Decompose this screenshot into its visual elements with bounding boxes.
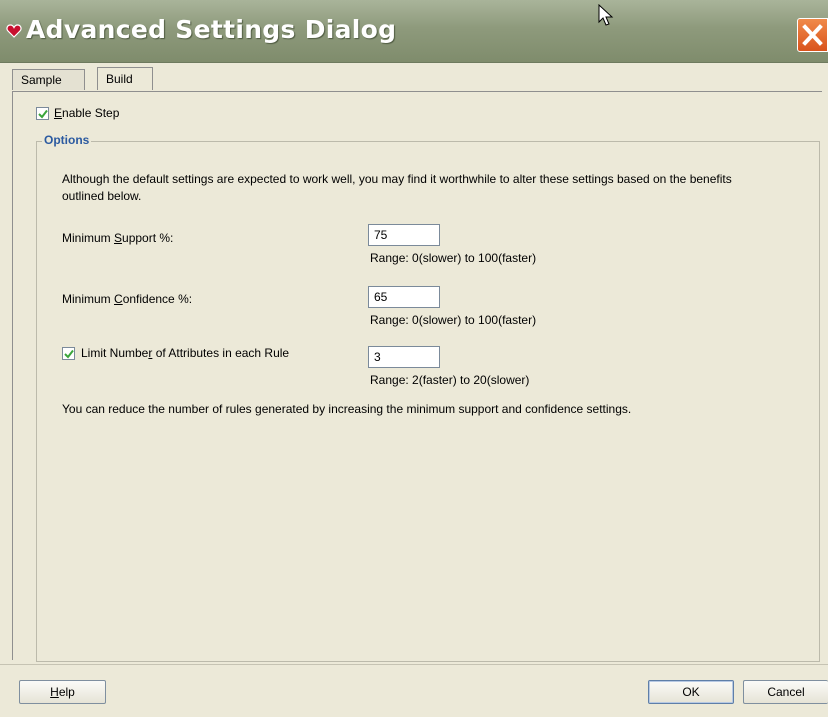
limit-attributes-label: Limit Number of Attributes in each Rule — [81, 346, 290, 360]
title-bar[interactable]: Advanced Settings Dialog — [0, 0, 828, 63]
app-heart-icon — [6, 24, 22, 38]
options-note: You can reduce the number of rules gener… — [62, 402, 632, 416]
enable-step-checkbox[interactable] — [36, 106, 49, 120]
button-bar-separator — [0, 664, 828, 665]
tab-sample[interactable]: Sample — [12, 69, 85, 90]
limit-attributes-checkbox[interactable] — [62, 346, 75, 360]
min-support-range: Range: 0(slower) to 100(faster) — [370, 251, 537, 265]
checkmark-icon — [64, 349, 74, 359]
limit-attributes-range: Range: 2(faster) to 20(slower) — [370, 373, 530, 387]
limit-attributes-row[interactable]: Limit Number of Attributes in each Rule — [62, 346, 289, 360]
checkmark-icon — [38, 109, 48, 119]
options-group-title: Options — [42, 133, 92, 147]
cancel-button[interactable]: Cancel — [743, 680, 828, 704]
enable-step-label: Enable Step — [54, 106, 120, 120]
close-button[interactable] — [797, 18, 828, 52]
options-description: Although the default settings are expect… — [62, 172, 732, 203]
close-icon — [802, 24, 823, 46]
min-confidence-label: Minimum Confidence %: — [62, 292, 193, 306]
help-button[interactable]: Help — [19, 680, 106, 704]
min-confidence-input[interactable]: 65 — [368, 286, 440, 308]
tab-build[interactable]: Build — [97, 67, 153, 90]
min-support-label: Minimum Support %: — [62, 231, 174, 245]
limit-attributes-input[interactable]: 3 — [368, 346, 440, 368]
dialog-title: Advanced Settings Dialog — [26, 15, 397, 44]
enable-step-row[interactable]: Enable Step — [36, 105, 119, 121]
ok-button[interactable]: OK — [648, 680, 734, 704]
min-confidence-range: Range: 0(slower) to 100(faster) — [370, 313, 537, 327]
min-support-input[interactable]: 75 — [368, 224, 440, 246]
mouse-pointer-icon — [598, 4, 614, 26]
